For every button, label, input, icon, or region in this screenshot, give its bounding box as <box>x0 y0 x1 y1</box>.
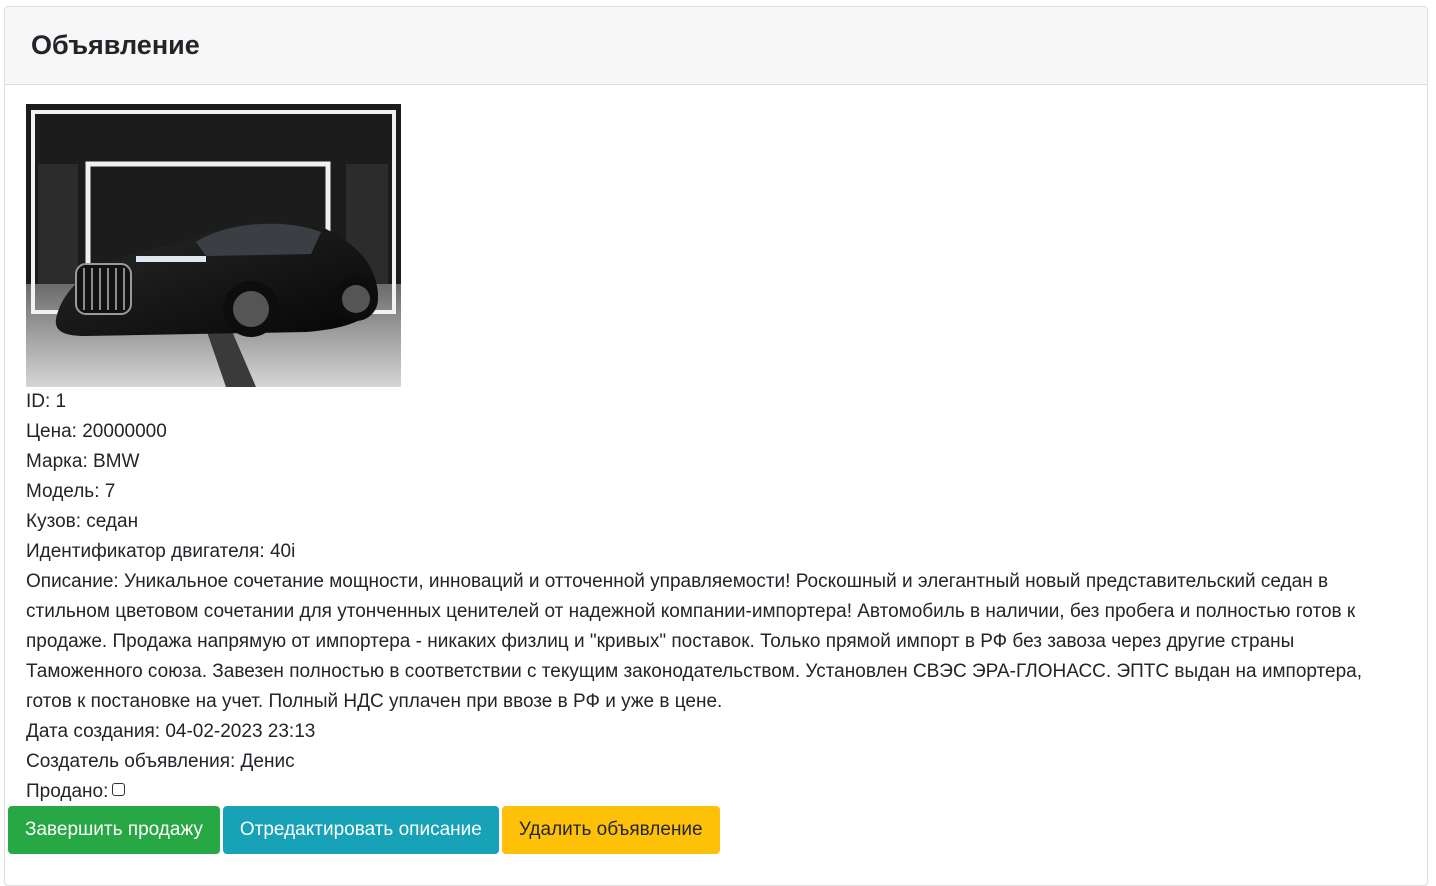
complete-sale-button[interactable]: Завершить продажу <box>8 806 220 854</box>
sold-row: Продано: <box>26 777 1402 807</box>
edit-description-button[interactable]: Отредактировать описание <box>222 806 499 854</box>
sold-label: Продано: <box>26 781 109 802</box>
listing-model: Модель: 7 <box>26 481 116 502</box>
listing-description: Описание: Уникальное сочетание мощности,… <box>26 571 1363 712</box>
listing-details: ID: 1 Цена: 20000000 Марка: BMW Модель: … <box>26 104 1402 807</box>
page-title: Объявление <box>31 30 200 60</box>
sold-checkbox[interactable] <box>112 782 126 796</box>
listing-id: ID: 1 <box>26 391 67 412</box>
delete-listing-button[interactable]: Удалить объявление <box>501 806 720 854</box>
listing-body-type: Кузов: седан <box>26 511 139 532</box>
listing-price: Цена: 20000000 <box>26 421 167 442</box>
car-photo <box>26 104 401 387</box>
listing-creator: Создатель объявления: Денис <box>26 751 295 772</box>
listing-engine-id: Идентификатор двигателя: 40i <box>26 541 296 562</box>
action-buttons: Завершить продажу Отредактировать описан… <box>8 806 720 854</box>
listing-created-date: Дата создания: 04-02-2023 23:13 <box>26 721 316 742</box>
listing-brand: Марка: BMW <box>26 451 140 472</box>
card-header: Объявление <box>5 7 1427 85</box>
